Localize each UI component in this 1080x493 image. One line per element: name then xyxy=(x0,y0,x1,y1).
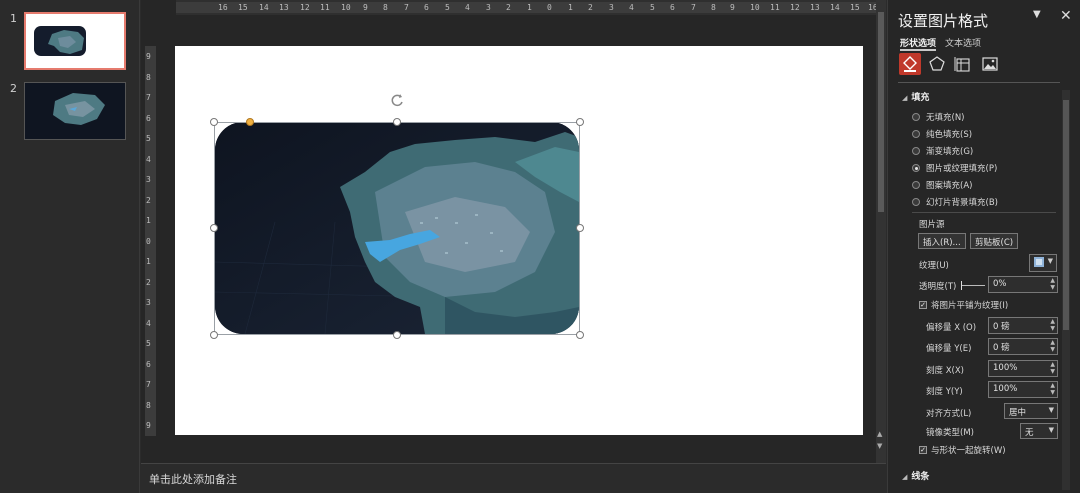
thumbnail-map-image xyxy=(53,93,105,125)
slide-thumbnail-1[interactable] xyxy=(24,12,126,70)
resize-handle-bottom-right[interactable] xyxy=(576,331,584,339)
resize-handle-top-left[interactable] xyxy=(210,118,218,126)
tab-text-options[interactable]: 文本选项 xyxy=(945,36,981,49)
resize-handle-bottom-left[interactable] xyxy=(210,331,218,339)
scale-y-label: 刻度 Y(Y) xyxy=(926,387,963,397)
editor-scrollbar[interactable]: ▲ ▼ xyxy=(876,0,886,463)
radio-picture-fill[interactable]: 图片或纹理填充(P) xyxy=(912,162,997,174)
scroll-down-icon[interactable]: ▼ xyxy=(877,442,882,450)
offset-y-field[interactable]: 0 磅 ▲ ▼ xyxy=(988,338,1058,355)
rotate-handle-icon[interactable] xyxy=(391,93,405,107)
spin-arrows-icon[interactable]: ▲ ▼ xyxy=(1050,277,1055,291)
picture-icon[interactable] xyxy=(979,53,1001,75)
texture-label: 纹理(U) xyxy=(919,261,949,271)
slide-thumbnail-pane: 1 2 xyxy=(0,0,140,493)
size-properties-icon[interactable] xyxy=(952,53,974,75)
pane-scrollbar[interactable] xyxy=(1062,90,1070,490)
texture-icon xyxy=(1034,257,1044,267)
collapse-triangle-icon: ◢ xyxy=(902,473,908,481)
scrollbar-thumb[interactable] xyxy=(878,12,884,212)
offset-x-field[interactable]: 0 磅 ▲ ▼ xyxy=(988,317,1058,334)
resize-handle-top-right[interactable] xyxy=(576,118,584,126)
slide-number-2: 2 xyxy=(10,82,17,95)
clipboard-button[interactable]: 剪贴板(C) xyxy=(970,233,1019,249)
radio-button[interactable] xyxy=(912,147,920,155)
spin-arrows-icon[interactable]: ▲ ▼ xyxy=(1050,339,1055,353)
divider xyxy=(898,82,1060,83)
format-picture-pane: 设置图片格式 ▼ ✕ 形状选项 文本选项 ◢ 填充 无填充(N) 纯色填充(S) … xyxy=(887,0,1080,493)
mirror-type-label: 镜像类型(M) xyxy=(926,428,974,438)
checkbox-checked[interactable]: ✓ xyxy=(919,301,927,309)
mirror-type-dropdown[interactable]: 无 ▼ xyxy=(1020,423,1058,439)
picture-source-label: 图片源 xyxy=(919,220,945,230)
slide-number-1: 1 xyxy=(10,12,17,25)
offset-x-label: 偏移量 X (O) xyxy=(926,323,977,333)
resize-handle-top[interactable] xyxy=(393,118,401,126)
alignment-label: 对齐方式(L) xyxy=(926,409,972,419)
texture-dropdown[interactable]: ▼ xyxy=(1029,254,1057,272)
pane-options-icon[interactable]: ▼ xyxy=(1033,9,1041,20)
radio-button[interactable] xyxy=(912,130,920,138)
thumbnail-picture xyxy=(34,26,86,56)
scrollbar-thumb[interactable] xyxy=(1063,100,1069,330)
checkbox-checked[interactable]: ✓ xyxy=(919,446,927,454)
radio-slide-background-fill[interactable]: 幻灯片背景填充(B) xyxy=(912,196,998,208)
transparency-field[interactable]: 0% ▲ ▼ xyxy=(988,276,1058,293)
pane-title: 设置图片格式 xyxy=(898,12,989,30)
transparency-slider[interactable] xyxy=(961,281,985,290)
chevron-down-icon: ▼ xyxy=(1048,406,1054,414)
radio-solid-fill[interactable]: 纯色填充(S) xyxy=(912,128,972,140)
offset-y-label: 偏移量 Y(E) xyxy=(926,344,972,354)
radio-button[interactable] xyxy=(912,181,920,189)
tab-shape-options[interactable]: 形状选项 xyxy=(900,36,936,49)
notes-placeholder[interactable]: 单击此处添加备注 xyxy=(149,471,237,487)
fill-section-header[interactable]: ◢ 填充 xyxy=(902,90,929,103)
scale-x-field[interactable]: 100% ▲ ▼ xyxy=(988,360,1058,377)
radio-button-selected[interactable] xyxy=(912,164,920,172)
radio-pattern-fill[interactable]: 图案填充(A) xyxy=(912,179,972,191)
slide-editor: 16 15 14 13 12 11 10 9 8 7 6 5 4 3 2 1 0… xyxy=(141,0,886,463)
tile-checkbox[interactable]: ✓ 将图片平铺为纹理(I) xyxy=(919,299,1008,311)
close-icon[interactable]: ✕ xyxy=(1060,8,1072,24)
alignment-dropdown[interactable]: 居中 ▼ xyxy=(1004,403,1058,419)
spin-arrows-icon[interactable]: ▲ ▼ xyxy=(1050,318,1055,332)
vertical-ruler: 9 8 7 6 5 4 3 2 1 0 1 2 3 4 5 6 7 8 9 xyxy=(145,46,156,436)
collapse-triangle-icon: ◢ xyxy=(902,94,908,102)
radio-button[interactable] xyxy=(912,198,920,206)
divider xyxy=(912,212,1056,213)
chevron-down-icon: ▼ xyxy=(1047,257,1053,265)
horizontal-ruler: 16 15 14 13 12 11 10 9 8 7 6 5 4 3 2 1 0… xyxy=(176,0,876,15)
insert-button[interactable]: 插入(R)... xyxy=(918,233,966,249)
resize-handle-left[interactable] xyxy=(210,224,218,232)
scale-x-label: 刻度 X(X) xyxy=(926,366,964,376)
scroll-up-icon[interactable]: ▲ xyxy=(877,430,882,438)
app-window: 1 2 16 15 14 13 12 11 10 9 8 7 6 5 4 3 2… xyxy=(0,0,1080,493)
slide-canvas[interactable] xyxy=(175,46,863,435)
chevron-down-icon: ▼ xyxy=(1048,426,1054,434)
slide-thumbnail-2[interactable] xyxy=(24,82,126,140)
spin-arrows-icon[interactable]: ▲ ▼ xyxy=(1050,382,1055,396)
line-section-header[interactable]: ◢ 线条 xyxy=(902,469,929,482)
map-picture-shape[interactable] xyxy=(215,122,579,334)
notes-pane[interactable]: 单击此处添加备注 xyxy=(141,463,886,493)
resize-handle-bottom[interactable] xyxy=(393,331,401,339)
fill-line-icon[interactable] xyxy=(899,53,921,75)
transparency-label: 透明度(T) xyxy=(919,282,957,292)
radio-gradient-fill[interactable]: 渐变填充(G) xyxy=(912,145,973,157)
radio-no-fill[interactable]: 无填充(N) xyxy=(912,111,965,123)
radio-button[interactable] xyxy=(912,113,920,121)
effects-pentagon-icon[interactable] xyxy=(926,53,948,75)
spin-arrows-icon[interactable]: ▲ ▼ xyxy=(1050,361,1055,375)
active-tab-indicator xyxy=(900,49,936,51)
scale-y-field[interactable]: 100% ▲ ▼ xyxy=(988,381,1058,398)
map-image xyxy=(215,122,579,334)
adjust-handle-corner-radius[interactable] xyxy=(246,118,254,126)
rotate-with-shape-checkbox[interactable]: ✓ 与形状一起旋转(W) xyxy=(919,444,1006,456)
resize-handle-right[interactable] xyxy=(576,224,584,232)
